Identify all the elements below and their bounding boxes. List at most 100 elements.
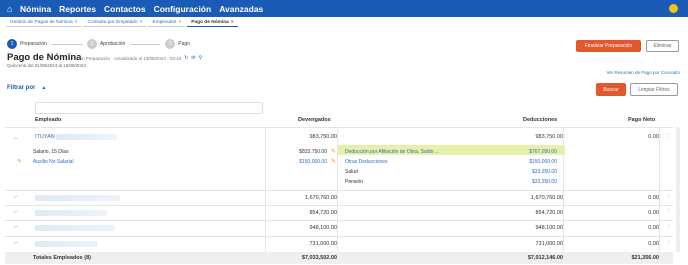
col-pago-neto: Pago Neto xyxy=(628,117,656,123)
chevron-down-icon[interactable]: ﹀ xyxy=(13,195,18,202)
deducciones-value: 854,720.00 xyxy=(535,210,563,216)
clear-filters-button[interactable]: Limpiar Filtros xyxy=(630,83,678,96)
edit-icon[interactable]: ✎ xyxy=(331,148,336,155)
neto-value: 0.00 xyxy=(648,241,659,247)
step-1-label: Preparación xyxy=(20,41,47,47)
step-2-circle: 2 xyxy=(86,39,97,49)
devengados-value: 731,000.00 xyxy=(309,241,337,247)
totals-deducciones: $7,012,146.00 xyxy=(527,255,563,261)
chevron-down-icon[interactable]: ﹀ xyxy=(13,210,18,217)
page-title: Pago de Nómina xyxy=(7,52,82,63)
deduction-1-value: $767,050.00 xyxy=(529,149,557,155)
progress-steps: 1 Preparación 2 Aprobación 3 Pago xyxy=(7,39,190,49)
tab-empleados[interactable]: Empleados × xyxy=(148,18,186,27)
totals-devengados: $7,033,502.00 xyxy=(301,255,337,261)
edit-icon[interactable]: ✎ xyxy=(17,158,22,165)
close-icon[interactable]: × xyxy=(140,20,143,25)
column-divider xyxy=(563,127,564,252)
totals-label: Totales Empleados (8) xyxy=(33,255,91,261)
chevron-down-icon[interactable]: ﹀ xyxy=(13,241,18,248)
deduction-1-label[interactable]: Deducción por Afiliación de Obra, Saldo … xyxy=(345,149,439,155)
table-row[interactable]: ﹀ xxxxxxxxxxxxxxxxxxxxxxxxxxxxx 948,100.… xyxy=(5,220,673,236)
tab-bar: Gestión de Pagos de Nómina × Consulta por… xyxy=(6,18,240,27)
column-divider xyxy=(659,127,660,252)
column-divider xyxy=(337,127,338,252)
top-navbar: ⌂ Nómina Reportes Contactos Configuració… xyxy=(0,0,688,17)
col-empleado: Empleado xyxy=(35,117,62,123)
step-divider xyxy=(51,43,82,45)
employee-name[interactable]: xxxxxxxxxxxxxxxxxxxxxxxxxxxxxxx xyxy=(35,195,121,201)
step-3-circle: 3 xyxy=(165,39,176,49)
edit-icon[interactable]: ✎ xyxy=(331,158,336,165)
devengados-value: 983,750.00 xyxy=(309,134,337,140)
nav-contactos[interactable]: Contactos xyxy=(104,4,146,14)
deducciones-value: 983,750.00 xyxy=(535,134,563,140)
tab-label: Empleados xyxy=(152,19,177,25)
attachment-icon[interactable]: ⚲ xyxy=(199,55,203,61)
kebab-menu-icon[interactable]: ⋮ xyxy=(666,240,672,246)
tab-label: Pago de Nómina xyxy=(191,19,229,25)
col-deducciones: Deducciones xyxy=(523,117,558,123)
scrollbar[interactable] xyxy=(676,127,680,252)
table-row[interactable]: ﹀ xxxxxxxxxxxxxxxxxxxxxxxxxx 854,720.00 … xyxy=(5,205,673,220)
employee-name[interactable]: ITUYAN xxxxxxxxxxxxxxxxxxxxxx xyxy=(35,134,117,140)
column-divider xyxy=(265,127,266,252)
avatar[interactable] xyxy=(669,4,678,13)
summary-link[interactable]: Ver Resumen de Pago por Concepto xyxy=(606,70,680,75)
kebab-menu-icon[interactable]: ⋮ xyxy=(666,209,672,215)
delete-button[interactable]: Eliminar xyxy=(646,40,679,52)
neto-value: 0.00 xyxy=(648,195,659,201)
nav-reportes[interactable]: Reportes xyxy=(59,4,96,14)
period-text: Quincena del 01/09/2024 al 15/09/2024 xyxy=(7,63,86,68)
comment-icon[interactable]: ✉ xyxy=(191,55,195,61)
status-line: En Preparación Actualizado el 13/09/2024… xyxy=(79,55,202,61)
tab-consulta-empleado[interactable]: Consulta por Empleado × xyxy=(83,18,147,27)
tab-pago-nomina[interactable]: Pago de Nómina × xyxy=(187,18,238,27)
employee-name[interactable]: xxxxxxxxxxxxxxxxxxxxxxxxxx xyxy=(35,210,107,216)
salary-label: Salario, 15 Días xyxy=(33,149,69,155)
redacted-text: xxxxxxxxxxxxxxxxxxxxxxxxxx xyxy=(35,210,107,216)
employee-name[interactable]: xxxxxxxxxxxxxxxxxxxxxxx xyxy=(35,241,99,247)
kebab-menu-icon[interactable]: ⋮ xyxy=(666,194,672,200)
redacted-text: xxxxxxxxxxxxxxxxxxxxxxxxxxxxxxx xyxy=(35,195,121,201)
chevron-up-icon: ▲ xyxy=(41,85,47,91)
search-button[interactable]: Buscar xyxy=(596,83,626,96)
redacted-text: xxxxxxxxxxxxxxxxxxxxxxx xyxy=(35,241,99,247)
close-icon[interactable]: × xyxy=(231,20,234,25)
table-row[interactable]: ﹀ xxxxxxxxxxxxxxxxxxxxxxxxxxxxxxx 1,670,… xyxy=(5,190,673,205)
employee-search-input[interactable] xyxy=(35,102,263,114)
table-row[interactable]: ︿ ITUYAN xxxxxxxxxxxxxxxxxxxxxx 983,750.… xyxy=(5,127,673,145)
redacted-text: xxxxxxxxxxxxxxxxxxxxxxxxxxxxx xyxy=(35,225,115,231)
home-icon[interactable]: ⌂ xyxy=(7,4,17,14)
deducciones-value: 731,000.00 xyxy=(535,241,563,247)
finalize-button[interactable]: Finalizar Preparación xyxy=(576,40,641,52)
close-icon[interactable]: × xyxy=(75,20,78,25)
totals-neto: $21,356.00 xyxy=(631,255,659,261)
tab-label: Consulta por Empleado xyxy=(87,19,138,25)
chevron-up-icon[interactable]: ︿ xyxy=(13,134,18,141)
step-1-circle: 1 xyxy=(7,39,17,49)
nav-configuracion[interactable]: Configuración xyxy=(154,4,212,14)
nav-avanzadas[interactable]: Avanzadas xyxy=(219,4,263,14)
filter-toggle[interactable]: Filtrar por ▲ xyxy=(7,85,46,91)
refresh-icon[interactable]: ↻ xyxy=(184,55,188,61)
deduction-2-label[interactable]: Otras Deducciones xyxy=(345,159,388,165)
aux-label[interactable]: Auxilio No Salarial xyxy=(33,159,74,165)
step-2-label: Aprobación xyxy=(99,41,126,47)
totals-row: Totales Empleados (8) $7,033,502.00 $7,0… xyxy=(5,252,673,264)
status-text: En Preparación xyxy=(79,55,111,61)
close-icon[interactable]: × xyxy=(178,20,181,25)
nav-nomina[interactable]: Nómina xyxy=(20,4,51,14)
redacted-text: xxxxxxxxxxxxxxxxxxxxxx xyxy=(56,134,117,140)
deducciones-value: 1,670,760.00 xyxy=(530,195,563,201)
aux-value: $150,000.00 xyxy=(299,159,327,165)
tab-gestion-pagos[interactable]: Gestión de Pagos de Nómina × xyxy=(6,18,82,27)
deduction-3-label: Salud xyxy=(345,169,358,175)
employee-name[interactable]: xxxxxxxxxxxxxxxxxxxxxxxxxxxxx xyxy=(35,225,115,231)
kebab-menu-icon[interactable]: ⋮ xyxy=(666,133,672,139)
kebab-menu-icon[interactable]: ⋮ xyxy=(666,224,672,230)
chevron-down-icon[interactable]: ﹀ xyxy=(13,225,18,232)
tab-label: Gestión de Pagos de Nómina xyxy=(10,19,73,25)
table-row[interactable]: ﹀ xxxxxxxxxxxxxxxxxxxxxxx 731,000.00 731… xyxy=(5,236,673,252)
filter-label: Filtrar por xyxy=(7,85,36,91)
